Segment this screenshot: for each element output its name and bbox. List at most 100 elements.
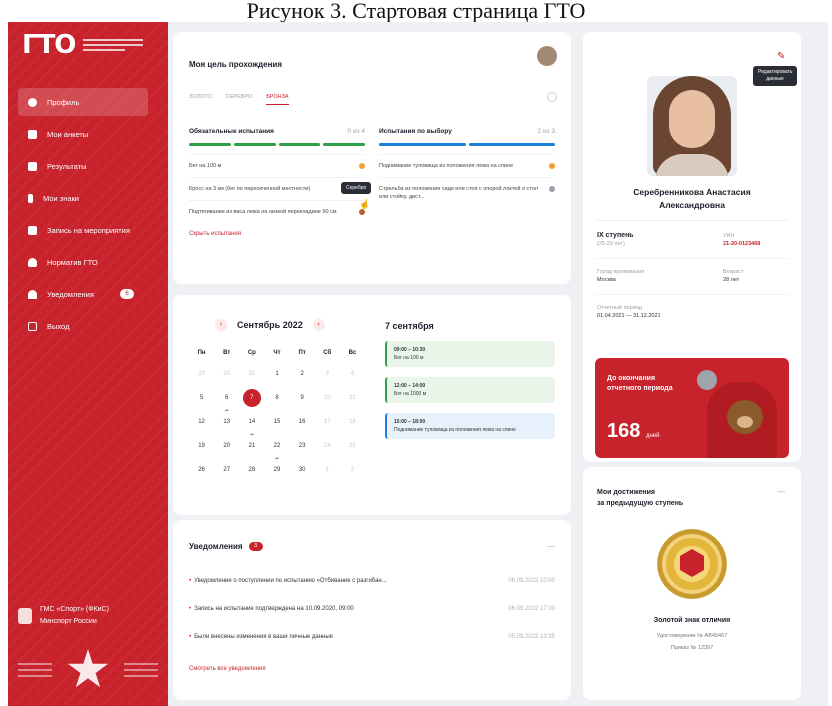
cursor-hand-icon: ☝ bbox=[359, 199, 371, 209]
calendar-day[interactable]: 6 bbox=[214, 389, 239, 414]
calendar-day[interactable]: 9 bbox=[290, 389, 315, 407]
optional-progress bbox=[379, 143, 555, 146]
sidebar-item-label: Выход bbox=[47, 321, 70, 331]
figure-caption: Рисунок 3. Стартовая страница ГТО bbox=[246, 0, 586, 23]
sidebar-item-forms[interactable]: Мои анкеты bbox=[18, 120, 148, 148]
sidebar-item-label: Уведомления bbox=[47, 289, 94, 299]
weekday-label: Пн bbox=[197, 350, 206, 356]
calendar-day[interactable]: 29 bbox=[264, 461, 289, 479]
calendar-day[interactable]: 12 bbox=[189, 413, 214, 431]
calendar-day[interactable]: 18 bbox=[340, 413, 365, 431]
calendar-day[interactable]: 2 bbox=[290, 365, 315, 383]
sidebar-footer: ГМС «Спорт» (ФКиС) Минспорт России bbox=[18, 604, 158, 628]
calendar-day[interactable]: 8 bbox=[264, 389, 289, 407]
event-item[interactable]: 12:00 – 14:00 Бег на 1000 м bbox=[385, 377, 555, 403]
tab-bronze[interactable]: БРОНЗА bbox=[266, 94, 289, 105]
calendar-day[interactable]: 19 bbox=[189, 437, 214, 455]
sidebar-item-profile[interactable]: Профиль bbox=[18, 88, 148, 116]
calendar-day[interactable]: 24 bbox=[315, 437, 340, 455]
sidebar-item-notifications[interactable]: Уведомления 6 bbox=[18, 280, 148, 308]
coat-of-arms-icon bbox=[18, 608, 32, 624]
calendar-day[interactable]: 27 bbox=[214, 461, 239, 479]
calendar-day[interactable]: 11 bbox=[340, 389, 365, 407]
event-item[interactable]: 15:00 – 18:00 Поднимание туловища из пол… bbox=[385, 413, 555, 439]
weekday-label: Ср bbox=[247, 350, 256, 356]
calendar-day[interactable]: 25 bbox=[340, 437, 365, 455]
calendar-day[interactable]: 4 bbox=[340, 365, 365, 383]
sidebar-item-label: Мои знаки bbox=[43, 193, 79, 203]
trial-item[interactable]: Поднимание туловища из положения лежа на… bbox=[379, 154, 555, 177]
calendar-day[interactable]: 2 bbox=[340, 461, 365, 479]
notification-item[interactable]: • Запись на испытание подтверждена на 10.… bbox=[189, 606, 555, 612]
certificate-number: Удостоверение № АВ45467 bbox=[656, 633, 728, 639]
goal-title: Моя цель прохождения bbox=[189, 60, 282, 69]
sidebar-item-events[interactable]: Запись на мероприятия bbox=[18, 216, 148, 244]
calendar-day[interactable]: 23 bbox=[290, 437, 315, 455]
notification-item[interactable]: • Были внесены изменения в ваши личные да… bbox=[189, 634, 555, 640]
sidebar-item-label: Профиль bbox=[47, 97, 80, 107]
calendar-day[interactable]: 30 bbox=[214, 365, 239, 383]
calendar-day[interactable]: 29 bbox=[189, 365, 214, 383]
avatar[interactable] bbox=[537, 46, 557, 66]
calendar-day[interactable]: 21 bbox=[239, 437, 264, 455]
calendar-day[interactable]: 7 bbox=[239, 389, 264, 407]
event-item[interactable]: 09:00 – 10:30 Бег на 100 м bbox=[385, 341, 555, 367]
show-all-notifications-link[interactable]: Смотреть все уведомления bbox=[189, 666, 266, 672]
calendar-day[interactable]: 13 bbox=[214, 413, 239, 431]
trial-item[interactable]: Бег на 100 м bbox=[189, 154, 365, 177]
calendar-day[interactable]: 31 bbox=[239, 365, 264, 383]
calendar-day[interactable]: 5 bbox=[189, 389, 214, 407]
calendar-day[interactable]: 28 bbox=[239, 461, 264, 479]
gto-logo[interactable]: ГТО bbox=[22, 30, 144, 60]
hide-trials-link[interactable]: Скрыть испытания bbox=[189, 231, 365, 237]
calendar-day[interactable]: 15 bbox=[264, 413, 289, 431]
calendar-day[interactable]: 26 bbox=[189, 461, 214, 479]
sidebar-item-norms[interactable]: Норматив ГТО bbox=[18, 248, 148, 276]
promo-line2: отчетного периода bbox=[607, 385, 673, 392]
sidebar-item-badges[interactable]: Мои знаки bbox=[18, 184, 148, 212]
order-number: Приказ № 12397 bbox=[670, 645, 714, 651]
medal-icon bbox=[28, 193, 33, 203]
calendar-day[interactable]: 3 bbox=[315, 365, 340, 383]
days-left: 168 bbox=[607, 420, 641, 442]
sidebar-item-results[interactable]: Результаты bbox=[18, 152, 148, 180]
collapse-icon[interactable]: — bbox=[777, 487, 785, 496]
optional-trials: Испытания по выбору 2 из 3 Поднимание ту… bbox=[379, 128, 555, 208]
bear-face-icon bbox=[737, 416, 753, 428]
calendar-day[interactable]: 30 bbox=[290, 461, 315, 479]
logo-subtitle bbox=[83, 36, 144, 54]
info-icon[interactable] bbox=[547, 92, 557, 102]
prev-month-button[interactable]: ‹ bbox=[215, 319, 227, 331]
calendar-day[interactable]: 1 bbox=[264, 365, 289, 383]
sidebar-nav: Профиль Мои анкеты Результаты Мои знаки … bbox=[18, 88, 148, 344]
next-month-button[interactable]: › bbox=[312, 319, 325, 331]
mandatory-trials: Обязательные испытания 0 из 4 Бег на 100… bbox=[189, 128, 365, 237]
sidebar-item-logout[interactable]: Выход bbox=[18, 312, 148, 340]
footer-text-lines bbox=[124, 659, 158, 681]
calendar-day[interactable]: 10 bbox=[315, 389, 340, 407]
optional-count: 2 из 3 bbox=[537, 128, 555, 135]
profile-card: ✎ Редактировать данные Серебренникова Ан… bbox=[583, 32, 801, 462]
footer-text-lines bbox=[18, 659, 52, 681]
calendar-day[interactable]: 14 bbox=[239, 413, 264, 438]
stage-info: IX ступень (25-29 лет) bbox=[597, 232, 634, 247]
period-countdown-banner: До окончания отчетного периода 168 дней bbox=[595, 358, 789, 458]
tab-gold[interactable]: ЗОЛОТО bbox=[189, 94, 212, 105]
calendar-day[interactable]: 22 bbox=[264, 437, 289, 462]
trial-item[interactable]: Подтягивание из виса лежа на низкой пере… bbox=[189, 200, 365, 223]
weekday-label: Сб bbox=[323, 350, 332, 356]
calendar-day[interactable]: 16 bbox=[290, 413, 315, 431]
calendar-header: ‹ Сентябрь 2022 › bbox=[215, 319, 325, 331]
tab-silver[interactable]: СЕРЕБРО bbox=[226, 94, 252, 105]
edit-icon[interactable]: ✎ bbox=[777, 52, 787, 62]
notification-item[interactable]: • Уведомление о поступлении по испытанию … bbox=[189, 578, 555, 584]
weekday-label: Пт bbox=[298, 350, 306, 356]
calendar-day[interactable]: 1 bbox=[315, 461, 340, 479]
calendar-day[interactable]: 20 bbox=[214, 437, 239, 455]
month-title: Сентябрь 2022 bbox=[237, 320, 303, 330]
collapse-icon[interactable]: — bbox=[547, 542, 555, 551]
uin-info: УИН 21-20-0123468 bbox=[723, 233, 761, 247]
trial-item[interactable]: Кросс на 3 км (бег по пересеченной местн… bbox=[189, 177, 365, 200]
calendar-day[interactable]: 17 bbox=[315, 413, 340, 431]
trial-item[interactable]: Стрельба из положения сидя или стоя с оп… bbox=[379, 177, 555, 208]
